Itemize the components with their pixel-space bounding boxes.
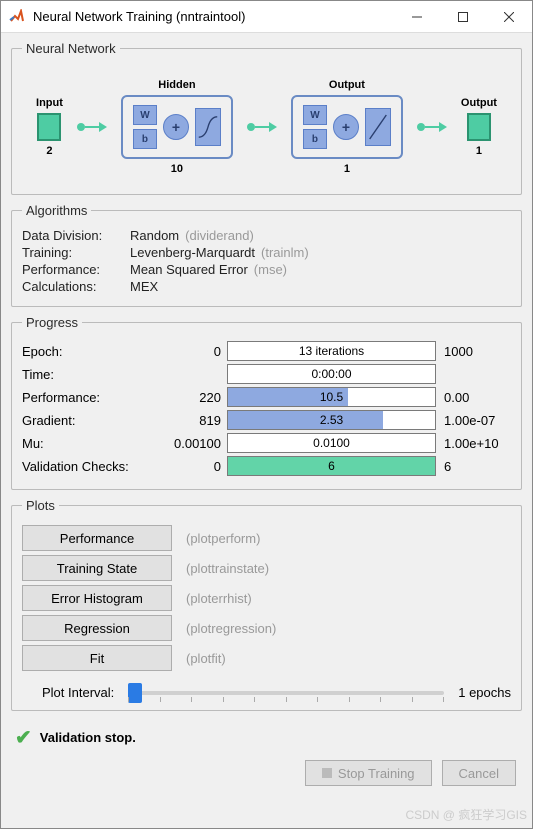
b-box: b xyxy=(133,129,157,149)
output-count: 1 xyxy=(476,145,482,157)
plot-func: (plotregression) xyxy=(186,621,276,636)
purelin-icon xyxy=(365,108,391,146)
algo-label: Training: xyxy=(22,245,130,260)
progress-row-validation: Validation Checks: 0 6 6 xyxy=(22,456,511,476)
algo-label: Data Division: xyxy=(22,228,130,243)
progress-label: Performance: xyxy=(22,390,172,405)
progress-row-time: Time: 0:00:00 xyxy=(22,364,511,384)
matlab-icon xyxy=(9,9,25,25)
plot-func: (ploterrhist) xyxy=(186,591,252,606)
progress-start: 0 xyxy=(172,344,227,359)
input-label: Input xyxy=(36,97,63,109)
progress-label: Time: xyxy=(22,367,172,382)
plot-interval-slider[interactable] xyxy=(128,691,444,695)
progress-label: Mu: xyxy=(22,436,172,451)
status-text: Validation stop. xyxy=(40,730,136,745)
window-title: Neural Network Training (nntraintool) xyxy=(33,9,394,24)
plot-func: (plotperform) xyxy=(186,531,260,546)
maximize-button[interactable] xyxy=(440,1,486,33)
algorithms-section: Algorithms Data Division: Random (divide… xyxy=(11,203,522,307)
algo-func: (trainlm) xyxy=(261,245,309,260)
close-button[interactable] xyxy=(486,1,532,33)
input-count: 2 xyxy=(46,145,52,157)
plot-trainstate-button[interactable]: Training State xyxy=(22,555,172,581)
plot-interval-label: Plot Interval: xyxy=(42,685,114,700)
progress-bar: 6 xyxy=(227,456,436,476)
input-block xyxy=(37,113,61,141)
section-title: Plots xyxy=(22,498,59,513)
output-layer: W b + xyxy=(291,95,403,159)
section-title: Algorithms xyxy=(22,203,91,218)
plot-errhist-button[interactable]: Error Histogram xyxy=(22,585,172,611)
titlebar: Neural Network Training (nntraintool) xyxy=(1,1,532,33)
tansig-icon xyxy=(195,108,221,146)
progress-end: 0.00 xyxy=(436,390,511,405)
network-diagram: Input 2 Hidden W b + 10 xyxy=(22,64,511,184)
output-layer-count: 1 xyxy=(344,163,350,175)
progress-end: 1.00e-07 xyxy=(436,413,511,428)
progress-row-mu: Mu: 0.00100 0.0100 1.00e+10 xyxy=(22,433,511,453)
sum-node: + xyxy=(163,114,189,140)
progress-start: 819 xyxy=(172,413,227,428)
section-title: Neural Network xyxy=(22,41,120,56)
progress-start: 220 xyxy=(172,390,227,405)
progress-end: 6 xyxy=(436,459,511,474)
stop-icon xyxy=(322,768,332,778)
progress-row-gradient: Gradient: 819 2.53 1.00e-07 xyxy=(22,410,511,430)
algo-value: Random xyxy=(130,228,179,243)
progress-section: Progress Epoch: 0 13 iterations 1000 Tim… xyxy=(11,315,522,490)
progress-end: 1000 xyxy=(436,344,511,359)
algo-label: Performance: xyxy=(22,262,130,277)
minimize-button[interactable] xyxy=(394,1,440,33)
output-block xyxy=(467,113,491,141)
hidden-layer: W b + xyxy=(121,95,233,159)
w-box: W xyxy=(303,105,327,125)
progress-start: 0 xyxy=(172,459,227,474)
progress-row-epoch: Epoch: 0 13 iterations 1000 xyxy=(22,341,511,361)
algo-func: (mse) xyxy=(254,262,287,277)
progress-bar: 0.0100 xyxy=(227,433,436,453)
output-layer-label: Output xyxy=(329,79,365,91)
sum-node: + xyxy=(333,114,359,140)
section-title: Progress xyxy=(22,315,82,330)
plot-fit-button[interactable]: Fit xyxy=(22,645,172,671)
algo-value: Mean Squared Error xyxy=(130,262,248,277)
neural-network-section: Neural Network Input 2 Hidden W b + xyxy=(11,41,522,195)
output-label: Output xyxy=(461,97,497,109)
progress-end: 1.00e+10 xyxy=(436,436,511,451)
algo-value: MEX xyxy=(130,279,158,294)
cancel-button[interactable]: Cancel xyxy=(442,760,516,786)
plot-func: (plottrainstate) xyxy=(186,561,269,576)
watermark: CSDN @ 疯狂学习GIS xyxy=(405,806,527,823)
progress-label: Gradient: xyxy=(22,413,172,428)
hidden-label: Hidden xyxy=(158,79,195,91)
status-row: ✔ Validation stop. xyxy=(11,719,522,760)
progress-bar: 2.53 xyxy=(227,410,436,430)
plot-func: (plotfit) xyxy=(186,651,226,666)
progress-bar: 0:00:00 xyxy=(227,364,436,384)
b-box: b xyxy=(303,129,327,149)
algo-func: (dividerand) xyxy=(185,228,254,243)
w-box: W xyxy=(133,105,157,125)
progress-bar: 10.5 xyxy=(227,387,436,407)
plot-regression-button[interactable]: Regression xyxy=(22,615,172,641)
algo-label: Calculations: xyxy=(22,279,130,294)
progress-label: Validation Checks: xyxy=(22,459,172,474)
plots-section: Plots Performance (plotperform) Training… xyxy=(11,498,522,711)
progress-bar: 13 iterations xyxy=(227,341,436,361)
progress-row-performance: Performance: 220 10.5 0.00 xyxy=(22,387,511,407)
check-icon: ✔ xyxy=(15,725,32,750)
progress-start: 0.00100 xyxy=(172,436,227,451)
algo-value: Levenberg-Marquardt xyxy=(130,245,255,260)
plot-interval-value: 1 epochs xyxy=(458,685,511,700)
hidden-count: 10 xyxy=(171,163,183,175)
progress-label: Epoch: xyxy=(22,344,172,359)
plot-performance-button[interactable]: Performance xyxy=(22,525,172,551)
stop-training-button[interactable]: Stop Training xyxy=(305,760,432,786)
